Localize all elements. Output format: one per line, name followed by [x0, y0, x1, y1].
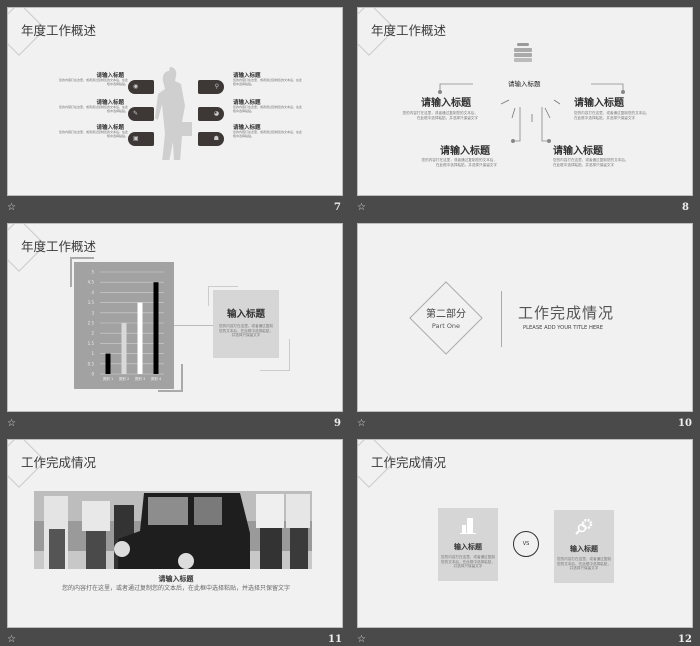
- slide-11-thumbnail[interactable]: 工作完成情况 请输入标题 您的内容打在这里，或者通过复制您的文本后，在此框中选择…: [7, 439, 343, 628]
- bar-1: [105, 353, 111, 374]
- section-label: 第二部分: [426, 309, 466, 320]
- star-transition-icon[interactable]: ☆: [7, 634, 16, 645]
- star-transition-icon[interactable]: ☆: [357, 202, 366, 213]
- star-transition-icon[interactable]: ☆: [7, 202, 16, 213]
- vs-circle: VS: [513, 531, 539, 557]
- connector-line: [174, 325, 214, 326]
- star-transition-icon[interactable]: ☆: [7, 418, 16, 429]
- bar-chart: 00.511.522.533.544.55类别 1 类别 2 类别 3 类别 4: [74, 262, 174, 389]
- item-desc: 您的内容打在这里，或者通过复制您的文本后，在此框中选择粘贴，并选择只保留文字: [61, 585, 290, 592]
- x-tick-label: 类别 4: [151, 376, 162, 381]
- y-tick-label: 2.5: [88, 321, 95, 326]
- y-tick-label: 4.5: [88, 280, 95, 285]
- text-box: 输入标题 您的内容打在这里，或者通过复制您的文本后，在此框中选择粘贴，并选择只保…: [213, 290, 279, 358]
- bubble-icon-r0: ⚲: [198, 80, 224, 94]
- slide-number: 7: [334, 202, 341, 213]
- y-tick-label: 1.5: [88, 341, 95, 346]
- bar-2: [121, 323, 127, 374]
- slide-number: 9: [334, 418, 341, 429]
- slide-number: 12: [678, 634, 692, 645]
- box-desc: 您的内容打在这里，或者通过复制您的文本后，在此框中选择粘贴，并选择只保留文字: [557, 557, 611, 571]
- item-title: 请输入标题: [421, 98, 471, 109]
- x-tick-label: 类别 1: [103, 376, 114, 381]
- x-tick-label: 类别 2: [119, 376, 130, 381]
- compare-box-right: 输入标题 您的内容打在这里，或者通过复制您的文本后，在此框中选择粘贴，并选择只保…: [554, 510, 614, 583]
- box-desc: 您的内容打在这里，或者通过复制您的文本后，在此框中选择粘贴，并选择只保留文字: [219, 324, 273, 338]
- slide-title: 年度工作概述: [21, 23, 97, 38]
- bubble-icon-2: ▣: [128, 132, 154, 146]
- item-desc: 您的内容打在这里，或者通过复制您的文本后，在此框中选择粘贴，并选择只保留文字: [402, 111, 478, 120]
- vintage-car-photo: [34, 491, 312, 569]
- section-title: 工作完成情况: [518, 304, 615, 322]
- slide-12-thumbnail[interactable]: 工作完成情况 输入标题 您的内容打在这里，或者通过复制您的文本后，在此框中选择粘…: [357, 439, 693, 628]
- item-desc: 您的内容打在这里，或者通过复制您的文本后，在此框中选择粘贴。: [233, 105, 303, 113]
- item-desc: 您的内容打在这里，或者通过复制您的文本后，在此框中选择粘贴。: [58, 78, 128, 86]
- compare-box-left: 输入标题 您的内容打在这里，或者通过复制您的文本后，在此框中选择粘贴，并选择只保…: [438, 508, 498, 581]
- section-sub: Part One: [431, 322, 461, 330]
- bubble-icon-r2: ☗: [198, 132, 224, 146]
- item-title: 请输入标题: [440, 146, 490, 157]
- x-tick-label: 类别 3: [135, 376, 146, 381]
- bubble-icon-0: ◉: [128, 80, 154, 94]
- box-title: 输入标题: [454, 543, 482, 551]
- slide-9-thumbnail[interactable]: 年度工作概述 0 0.5 1 1.5 2 2.5 3 3.5 4 4.5 5 类别 1 类别 2 类别 3…: [7, 223, 343, 412]
- slide-8-thumbnail[interactable]: 年度工作概述 请输入标题 请输入标题 您的内容打在这里，或者通过复制您的文本后，…: [357, 7, 693, 196]
- box-desc: 您的内容打在这里，或者通过复制您的文本后，在此框中选择粘贴，并选择只保留文字: [441, 555, 495, 569]
- item-desc: 您的内容打在这里，或者通过复制您的文本后，在此框中选择粘贴，并选择只保留文字: [421, 158, 497, 167]
- slide-number: 11: [328, 634, 342, 645]
- bubble-icon-r1: ◕: [198, 107, 224, 121]
- bar-chart-icon: [460, 518, 476, 534]
- item-desc: 您的内容打在这里，或者通过复制您的文本后，在此框中选择粘贴。: [58, 105, 128, 113]
- star-transition-icon[interactable]: ☆: [357, 634, 366, 645]
- item-desc: 您的内容打在这里，或者通过复制您的文本后，在此框中选择粘贴。: [58, 130, 128, 138]
- slide-title: 工作完成情况: [21, 455, 97, 470]
- item-title: 请输入标题: [553, 146, 603, 157]
- item-desc: 您的内容打在这里，或者通过复制您的文本后，在此框中选择粘贴。: [233, 130, 303, 138]
- item-title: 请输入标题: [574, 98, 624, 109]
- y-tick-label: 3.5: [88, 300, 95, 305]
- slide-number: 8: [682, 202, 689, 213]
- businessman-silhouette: [155, 67, 192, 160]
- item-desc: 您的内容打在这里，或者通过复制您的文本后，在此框中选择粘贴，并选择只保留文字: [553, 158, 629, 167]
- item-title: 请输入标题: [158, 575, 194, 583]
- slide-title: 工作完成情况: [371, 455, 447, 470]
- box-title: 输入标题: [226, 309, 265, 320]
- box-title: 输入标题: [570, 545, 598, 553]
- bar-3: [137, 302, 143, 374]
- item-desc: 您的内容打在这里，或者通过复制您的文本后，在此框中选择粘贴，并选择只保留文字: [574, 111, 650, 120]
- star-transition-icon[interactable]: ☆: [357, 418, 366, 429]
- connector-lines: [438, 83, 625, 143]
- section-subtitle: PLEASE ADD YOUR TITLE HERE: [523, 325, 604, 331]
- y-tick-label: 0.5: [88, 361, 95, 366]
- slide-7-thumbnail[interactable]: 年度工作概述 请输入标题 您的内容打在这里，或者通过复制您的文本后，在此框中选择…: [7, 7, 343, 196]
- bar-4: [153, 282, 159, 374]
- slide-number: 10: [678, 418, 692, 429]
- item-desc: 您的内容打在这里，或者通过复制您的文本后，在此框中选择粘贴。: [233, 78, 303, 86]
- search-gear-icon: [575, 518, 593, 535]
- divider: [501, 291, 502, 347]
- bubble-icon-1: ✎: [128, 107, 154, 121]
- slide-10-thumbnail[interactable]: 第二部分 Part One 工作完成情况 PLEASE ADD YOUR TIT…: [357, 223, 693, 412]
- slide-title: 年度工作概述: [21, 239, 97, 254]
